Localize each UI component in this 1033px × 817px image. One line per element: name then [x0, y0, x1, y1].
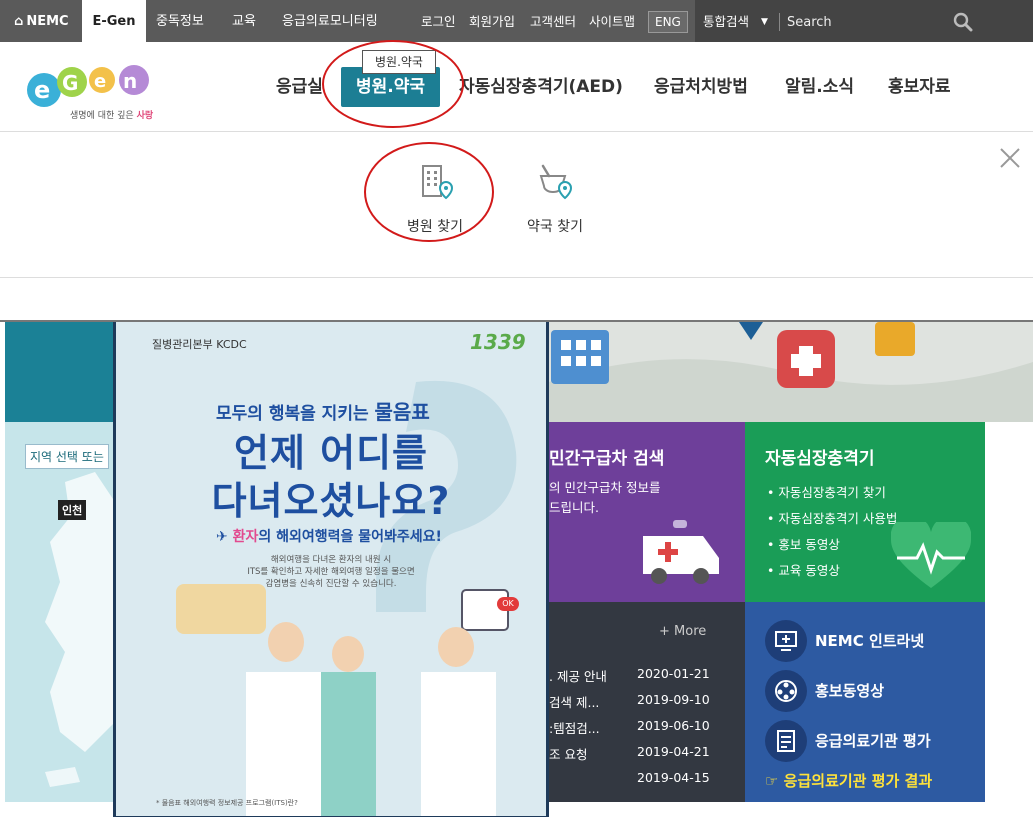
login-link[interactable]: 로그인	[421, 0, 456, 42]
nav-promotion[interactable]: 홍보자료	[888, 42, 951, 132]
svg-text:n: n	[123, 69, 137, 93]
svg-text:e: e	[94, 71, 106, 92]
find-pharmacy-button[interactable]: 약국 찾기	[510, 162, 600, 236]
heart-pulse-icon	[891, 522, 971, 588]
aed-tile-title: 자동심장충격기	[765, 449, 875, 469]
poster-headline-1: 언제 어디를	[233, 431, 429, 475]
poster-headline-2: 다녀오셨나요?	[211, 479, 451, 523]
aed-link-promo-video[interactable]: • 홍보 동영상	[767, 534, 840, 553]
main-content: 지역 선택 또는 인천 질병관리본부 KCDC 1339 모두의 행복을 지키는…	[0, 320, 1033, 817]
svg-text:G: G	[62, 71, 78, 95]
nav-emergency-room[interactable]: 응급실	[276, 42, 323, 132]
dropdown-panel: 병원 찾기 약국 찾기	[0, 132, 1033, 278]
search-icon[interactable]	[953, 12, 973, 32]
quick-links-tile: NEMC 인트라넷 홍보동영상 응급의료기관 평가 ☞ 응급의료기관 평가 결과	[745, 602, 985, 802]
doctors-illustration	[246, 622, 496, 816]
aed-link-howto[interactable]: • 자동심장충격기 사용법	[767, 508, 897, 527]
kcdc-org-label: 질병관리본부 KCDC	[152, 338, 247, 351]
nemc-intranet-link[interactable]: NEMC 인트라넷	[765, 620, 985, 662]
ambulance-tile-title: 민간구급차 검색	[549, 449, 665, 469]
notice-row[interactable]: 검색 제... 2019-09-10	[549, 692, 745, 712]
notice-row[interactable]: . 제공 안내 2020-01-21	[549, 666, 745, 686]
poster-small-2: ITS를 확인하고 자세한 해외여행 일정을 물으면	[247, 567, 415, 577]
ambulance-tile-line1: 의 민간구급차 정보를	[549, 480, 661, 495]
search-area: 통합검색 ▼	[695, 0, 1033, 42]
aed-link-find[interactable]: • 자동심장충격기 찾기	[767, 482, 886, 501]
nav-aed[interactable]: 자동심장충격기(AED)	[459, 42, 623, 132]
ok-badge: OK	[497, 597, 519, 611]
city-badge-incheon[interactable]: 인천	[58, 500, 87, 520]
topbar-item-monitoring[interactable]: 응급의료모니터링	[282, 0, 378, 42]
home-icon: ⌂	[14, 14, 24, 29]
pharmacy-location-icon	[539, 164, 573, 200]
svg-text:e: e	[34, 76, 50, 104]
ambulance-icon	[643, 520, 719, 584]
film-reel-icon	[765, 670, 807, 712]
logo-tagline: 생명에 대한 깊은 사랑	[70, 111, 154, 121]
ambulance-search-tile[interactable]: 민간구급차 검색 의 민간구급차 정보를 드립니다.	[549, 422, 745, 602]
egen-logo-mark: e G e n	[27, 65, 149, 107]
poster-footnote: * 물음표 해외여행력 정보제공 프로그램(ITS)란?	[156, 799, 298, 807]
aed-tile: 자동심장충격기 • 자동심장충격기 찾기 • 자동심장충격기 사용법 • 홍보 …	[745, 422, 985, 602]
map-backdrop-art	[549, 322, 1033, 422]
signup-link[interactable]: 회원가입	[469, 0, 515, 42]
caret-down-icon[interactable]: ▼	[761, 0, 768, 44]
close-icon[interactable]	[998, 146, 1022, 170]
promo-video-link[interactable]: 홍보동영상	[765, 670, 985, 712]
er-evaluation-link[interactable]: 응급의료기관 평가	[765, 720, 985, 762]
region-map[interactable]	[5, 422, 115, 802]
eng-button[interactable]: ENG	[648, 11, 688, 33]
main-header: e G e n 생명에 대한 깊은 사랑 응급실 병원.약국 자동심장충격기(A…	[0, 42, 1033, 132]
support-link[interactable]: 고객센터	[530, 0, 576, 42]
annotation-circle-hospital	[364, 142, 494, 242]
kcdc-travel-history-poster[interactable]: 질병관리본부 KCDC 1339 모두의 행복을 지키는 물음표 언제 어디를 …	[113, 322, 549, 817]
notice-tile: + More . 제공 안내 2020-01-21 검색 제... 2019-09-…	[549, 602, 745, 802]
annotation-circle-nav	[322, 40, 464, 128]
pharmacy-map-icon	[875, 322, 915, 356]
egen-logo[interactable]: e G e n 생명에 대한 깊은 사랑	[22, 60, 162, 124]
er-evaluation-result-link[interactable]: ☞ 응급의료기관 평가 결과	[765, 770, 932, 791]
korea-map-shape	[45, 472, 115, 787]
notice-more-link[interactable]: + More	[659, 624, 706, 639]
hotline-1339: 1339	[470, 330, 526, 354]
nemc-home-link[interactable]: ⌂ NEMC	[14, 0, 69, 42]
map-backdrop	[549, 322, 1033, 422]
notice-row[interactable]: :템점검... 2019-06-10	[549, 718, 745, 738]
topbar-item-poison-info[interactable]: 중독정보	[156, 0, 204, 42]
top-utility-bar: ⌂ NEMC E-Gen 중독정보 교육 응급의료모니터링 로그인 회원가입 고객…	[0, 0, 1033, 42]
poster-subtitle: 모두의 행복을 지키는 물음표	[216, 400, 430, 424]
poster-subtitle-2: ✈ 환자의 해외여행력을 물어봐주세요!	[216, 529, 442, 545]
egen-tab[interactable]: E-Gen	[82, 0, 146, 42]
nav-first-aid[interactable]: 응급처치방법	[654, 42, 748, 132]
topbar-item-education[interactable]: 교육	[232, 0, 256, 42]
notice-row[interactable]: 조 요청 2019-04-21	[549, 744, 745, 764]
ambulance-tile-line2: 드립니다.	[549, 500, 599, 515]
aed-link-edu-video[interactable]: • 교육 동영상	[767, 560, 840, 579]
find-pharmacy-label: 약국 찾기	[527, 219, 583, 235]
poster-small-1: 해외여행을 다녀온 환자의 내원 시	[270, 555, 392, 565]
region-select-label[interactable]: 지역 선택 또는	[25, 444, 109, 469]
search-scope-select[interactable]: 통합검색	[703, 0, 749, 44]
left-teal-block	[5, 322, 115, 422]
document-icon	[765, 720, 807, 762]
nav-notice-news[interactable]: 알림.소식	[785, 42, 854, 132]
search-divider	[779, 13, 780, 31]
poster-small-3: 감염병을 신속히 진단할 수 있습니다.	[265, 579, 397, 589]
notice-row[interactable]: 2019-04-15	[549, 770, 745, 790]
sitemap-link[interactable]: 사이트맵	[589, 0, 635, 42]
monitor-icon	[765, 620, 807, 662]
